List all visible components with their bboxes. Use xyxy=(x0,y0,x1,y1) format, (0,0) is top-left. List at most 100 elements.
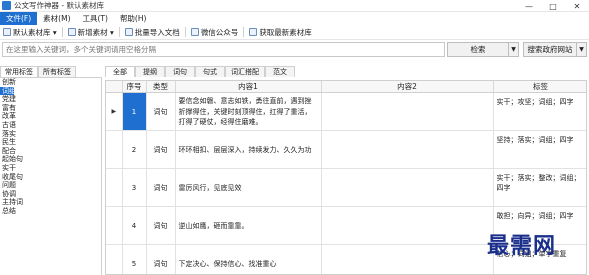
content-tabs: 全部 提纲 词句 句式 词汇搭配 范文 xyxy=(105,66,295,77)
cell-type[interactable]: 词句 xyxy=(146,130,176,169)
toolbar-divider xyxy=(61,27,63,37)
minimize-button[interactable]: — xyxy=(517,0,541,12)
tag-item[interactable]: 古语 xyxy=(0,121,101,130)
tab-all-tags[interactable]: 所有标签 xyxy=(38,66,76,77)
tab-collocations[interactable]: 词汇搭配 xyxy=(225,66,265,77)
cell-content1[interactable]: 要信念如磐、意志如铁，勇往直前，遇到挫折撑得住，关键时刻顶得住，扛得了重活，打得… xyxy=(175,92,322,131)
search-input[interactable] xyxy=(2,42,445,57)
cell-content2[interactable] xyxy=(321,130,494,169)
search-dropdown-icon[interactable]: ▼ xyxy=(509,42,519,57)
cell-content2[interactable] xyxy=(321,92,494,131)
row-indicator-icon xyxy=(106,130,123,169)
close-button[interactable]: ✕ xyxy=(565,0,589,12)
toolbar: 默认素材库 ▾ 新增素材 ▾ 批量导入文档 微信公众号 获取最新素材库 xyxy=(0,25,589,40)
tab-phrases[interactable]: 词句 xyxy=(165,66,195,77)
sidebar-tabs: 常用标签 所有标签 xyxy=(0,66,102,77)
tag-item[interactable]: 问题 xyxy=(0,181,101,190)
cell-tags[interactable]: 坚持；落实；词组；四字 xyxy=(493,130,586,169)
table-row[interactable]: 3 词句 雷厉风行，见底见效 实干；落实；整改；词组；四字 xyxy=(106,168,586,207)
cell-content2[interactable] xyxy=(321,168,494,207)
tag-item[interactable]: 落实 xyxy=(0,130,101,139)
column-header-content2[interactable]: 内容2 xyxy=(321,81,494,93)
tag-item[interactable]: 收尾句 xyxy=(0,173,101,182)
table-header: 序号 类型 内容1 内容2 标签 xyxy=(106,81,586,93)
cell-content1[interactable]: 雷厉风行，见底见效 xyxy=(175,168,322,207)
column-header-indicator xyxy=(106,81,123,93)
tag-item[interactable]: 主持词 xyxy=(0,198,101,207)
import-icon xyxy=(124,28,133,36)
library-icon xyxy=(3,28,11,36)
cell-no[interactable]: 1 xyxy=(122,92,147,131)
cell-content2[interactable] xyxy=(321,206,494,245)
menu-file[interactable]: 文件(F) xyxy=(0,12,38,25)
batch-import-label: 批量导入文档 xyxy=(134,27,180,37)
window-controls: — □ ✕ xyxy=(517,0,589,12)
wechat-icon xyxy=(190,28,199,36)
gov-dropdown-icon[interactable]: ▼ xyxy=(577,42,587,57)
new-material-label: 新增素材 xyxy=(77,27,108,37)
download-icon xyxy=(249,28,258,36)
cell-type[interactable]: 词句 xyxy=(146,92,176,131)
batch-import-button[interactable]: 批量导入文档 xyxy=(122,26,183,39)
row-indicator-icon xyxy=(106,206,123,245)
tag-item[interactable]: 民生 xyxy=(0,138,101,147)
cell-no[interactable]: 3 xyxy=(122,168,147,207)
maximize-button[interactable]: □ xyxy=(541,0,565,12)
tab-samples[interactable]: 范文 xyxy=(265,66,295,77)
column-header-content1[interactable]: 内容1 xyxy=(175,81,322,93)
new-material-button[interactable]: 新增素材 ▾ xyxy=(65,26,117,39)
menu-tools[interactable]: 工具(T) xyxy=(77,12,114,25)
cell-content2[interactable] xyxy=(321,244,494,274)
gov-search-button[interactable]: 搜索政府网站 xyxy=(523,42,577,57)
row-indicator-icon xyxy=(106,168,123,207)
tab-common-tags[interactable]: 常用标签 xyxy=(0,66,38,77)
window-title: 公文写作神器 - 默认素材库 xyxy=(14,1,104,10)
title-bar: 公文写作神器 - 默认素材库 — □ ✕ xyxy=(0,0,589,12)
table-row[interactable]: ▶ 1 词句 要信念如磐、意志如铁，勇往直前，遇到挫折撑得住，关键时刻顶得住，扛… xyxy=(106,92,586,131)
wechat-button[interactable]: 微信公众号 xyxy=(188,26,242,39)
cell-no[interactable]: 5 xyxy=(122,244,147,274)
search-row: 检索 ▼ 搜索政府网站 ▼ xyxy=(0,41,589,58)
toolbar-divider xyxy=(118,27,120,37)
tag-item[interactable]: 党建 xyxy=(0,95,101,104)
chevron-down-icon: ▾ xyxy=(52,27,57,37)
tag-item[interactable]: 创新 xyxy=(0,78,101,87)
default-lib-button[interactable]: 默认素材库 ▾ xyxy=(0,26,60,39)
tag-item[interactable]: 总结 xyxy=(0,207,101,216)
chevron-down-icon: ▾ xyxy=(110,27,114,37)
toolbar-divider xyxy=(184,27,186,37)
default-lib-label: 默认素材库 xyxy=(13,27,51,37)
cell-type[interactable]: 词句 xyxy=(146,168,176,207)
tag-item-selected[interactable]: 词组 xyxy=(0,86,16,96)
cell-tags[interactable]: 实干；攻坚；词组；四字 xyxy=(493,92,586,131)
column-header-tags[interactable]: 标签 xyxy=(493,81,586,93)
app-icon xyxy=(2,1,11,10)
tag-list: 创新 词组 党建 富有 改革 古语 落实 民生 配合 起始句 实干 收尾句 问题… xyxy=(0,77,102,275)
add-icon xyxy=(67,28,76,36)
cell-content1[interactable]: 环环相扣、层层深入，持续发力、久久为功 xyxy=(175,130,322,169)
cell-type[interactable]: 词句 xyxy=(146,206,176,245)
wechat-label: 微信公众号 xyxy=(200,27,239,37)
tab-sentence-patterns[interactable]: 句式 xyxy=(195,66,225,77)
cell-tags[interactable]: 实干；落实；整改；词组；四字 xyxy=(493,168,586,207)
cell-no[interactable]: 4 xyxy=(122,206,147,245)
menu-help[interactable]: 帮助(H) xyxy=(114,12,153,25)
cell-type[interactable]: 词句 xyxy=(146,244,176,274)
tab-outline[interactable]: 提纲 xyxy=(135,66,165,77)
row-indicator-icon: ▶ xyxy=(106,92,123,131)
fetch-latest-button[interactable]: 获取最新素材库 xyxy=(246,26,315,39)
tab-all[interactable]: 全部 xyxy=(105,66,135,77)
table-row[interactable]: 2 词句 环环相扣、层层深入，持续发力、久久为功 坚持；落实；词组；四字 xyxy=(106,130,586,169)
search-button[interactable]: 检索 xyxy=(447,42,509,57)
row-indicator-icon xyxy=(106,244,123,274)
fetch-latest-label: 获取最新素材库 xyxy=(259,27,312,37)
menu-material[interactable]: 素材(M) xyxy=(37,12,76,25)
column-header-type[interactable]: 类型 xyxy=(146,81,176,93)
cell-content1[interactable]: 下定决心、保持信心、找准重心 xyxy=(175,244,322,274)
cell-content1[interactable]: 逆山如鹰，砸而靠靠。 xyxy=(175,206,322,245)
tag-item[interactable]: 改革 xyxy=(0,112,101,121)
column-header-no[interactable]: 序号 xyxy=(122,81,147,93)
tag-item[interactable]: 实干 xyxy=(0,164,101,173)
cell-no[interactable]: 2 xyxy=(122,130,147,169)
tag-item[interactable]: 起始句 xyxy=(0,155,101,164)
